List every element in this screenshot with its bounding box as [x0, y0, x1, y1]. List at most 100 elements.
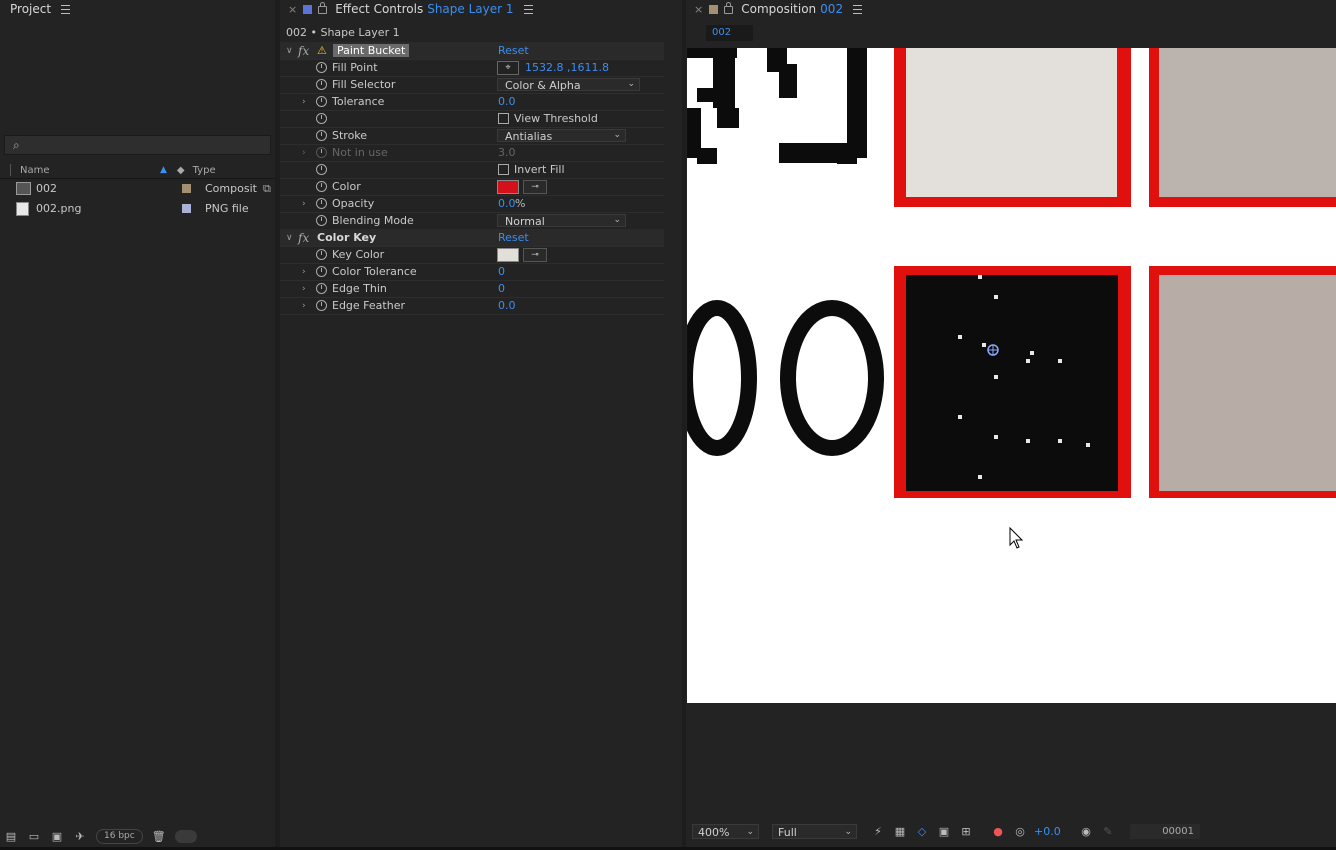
- stopwatch-icon[interactable]: [316, 266, 327, 277]
- effect-controls-menu-icon[interactable]: [523, 4, 533, 14]
- stroke-row: Stroke Antialias ⌄: [280, 127, 664, 145]
- lock-icon[interactable]: [724, 2, 734, 14]
- stopwatch-icon: [316, 147, 327, 158]
- composition-panel: × Composition 002 002 400% ⌄ Full ⌄ ⚡ ▦ …: [686, 0, 1336, 850]
- label-color-swatch[interactable]: [182, 184, 191, 193]
- project-search-input[interactable]: ⌕: [4, 135, 271, 155]
- fill-point-marker[interactable]: [987, 344, 999, 356]
- stopwatch-icon[interactable]: [316, 215, 327, 226]
- stopwatch-icon[interactable]: [316, 300, 327, 311]
- transparency-grid-icon[interactable]: ▦: [894, 826, 906, 838]
- mouse-cursor-icon: [1009, 526, 1024, 549]
- eyedropper-icon[interactable]: ⊸: [523, 180, 547, 194]
- color-tolerance-value[interactable]: 0: [498, 265, 505, 278]
- edge-feather-value[interactable]: 0.0: [498, 299, 516, 312]
- stroke-dropdown[interactable]: Antialias ⌄: [497, 129, 626, 143]
- lock-icon[interactable]: [318, 2, 328, 14]
- region-of-interest-icon[interactable]: ▣: [938, 826, 950, 838]
- type-column-header[interactable]: Type: [193, 165, 216, 176]
- effect-controls-layer[interactable]: Shape Layer 1: [427, 2, 513, 16]
- warning-icon: ⚠: [317, 44, 327, 57]
- bit-depth-button[interactable]: 16 bpc: [96, 828, 143, 844]
- label-color-swatch[interactable]: [182, 204, 191, 213]
- tolerance-value[interactable]: 0.0: [498, 95, 516, 108]
- fill-point-row: Fill Point ⌖ 1532.8 ,1611.8: [280, 59, 664, 77]
- resolution-dropdown[interactable]: Full ⌄: [772, 824, 857, 839]
- composition-menu-icon[interactable]: [853, 4, 863, 14]
- collapse-chevron-icon[interactable]: ∨: [286, 233, 293, 243]
- name-column-header[interactable]: Name: [20, 165, 160, 176]
- project-item-002[interactable]: 002 Compositi ⧉: [0, 179, 275, 198]
- blending-mode-row: Blending Mode Normal ⌄: [280, 212, 664, 230]
- current-frame-field[interactable]: 00001: [1130, 824, 1200, 839]
- channels-icon[interactable]: ●: [992, 826, 1004, 838]
- paint-bucket-reset[interactable]: Reset: [498, 44, 529, 57]
- view-threshold-checkbox[interactable]: [498, 113, 509, 124]
- trash-icon[interactable]: 🗑: [152, 830, 166, 843]
- reset-exposure-icon[interactable]: ◎: [1014, 826, 1026, 838]
- stopwatch-icon[interactable]: [316, 62, 327, 73]
- blending-mode-dropdown[interactable]: Normal ⌄: [497, 214, 626, 228]
- fx-icon[interactable]: fx: [298, 44, 309, 58]
- grid-guides-icon[interactable]: ⊞: [960, 826, 972, 838]
- composition-title: Composition: [741, 2, 817, 16]
- project-item-002-png[interactable]: 002.png PNG file: [0, 199, 275, 218]
- color-key-reset[interactable]: Reset: [498, 231, 529, 244]
- stopwatch-icon[interactable]: [316, 283, 327, 294]
- stopwatch-icon[interactable]: [316, 181, 327, 192]
- fill-selector-label: Fill Selector: [332, 78, 396, 91]
- opacity-value[interactable]: 0.0: [498, 197, 516, 210]
- invert-fill-checkbox[interactable]: [498, 164, 509, 175]
- thumbnail-toggle[interactable]: [174, 829, 197, 843]
- expand-chevron-icon[interactable]: ›: [302, 284, 306, 294]
- stopwatch-icon[interactable]: [316, 249, 327, 260]
- stopwatch-icon[interactable]: [316, 79, 327, 90]
- composition-canvas[interactable]: [687, 48, 1336, 703]
- composition-viewer[interactable]: [687, 48, 1336, 703]
- color-tolerance-label: Color Tolerance: [332, 265, 417, 278]
- sort-ascending-icon[interactable]: ▲: [160, 165, 167, 175]
- snapshot-camera-icon[interactable]: ◉: [1080, 826, 1092, 838]
- expand-chevron-icon[interactable]: ›: [302, 199, 306, 209]
- render-icon[interactable]: ✈: [73, 830, 87, 843]
- project-menu-icon[interactable]: [61, 4, 71, 14]
- exposure-value[interactable]: +0.0: [1034, 825, 1061, 838]
- fast-previews-icon[interactable]: ⚡: [872, 826, 884, 838]
- collapse-chevron-icon[interactable]: ∨: [286, 46, 293, 56]
- png-file-icon: [16, 201, 29, 216]
- comp-viewer-tab[interactable]: 002: [706, 25, 753, 41]
- color-swatch[interactable]: [497, 180, 519, 194]
- stopwatch-icon[interactable]: [316, 96, 327, 107]
- fill-selector-dropdown[interactable]: Color & Alpha ⌄: [497, 78, 640, 92]
- interpret-footage-icon[interactable]: ▤: [4, 830, 18, 843]
- new-composition-icon[interactable]: ▣: [50, 830, 64, 843]
- fill-point-value[interactable]: 1532.8 ,1611.8: [525, 61, 609, 74]
- key-color-swatch[interactable]: [497, 248, 519, 262]
- new-folder-icon[interactable]: ▭: [27, 830, 41, 843]
- expand-chevron-icon[interactable]: ›: [302, 301, 306, 311]
- paint-bucket-effect[interactable]: ∨ fx ⚠ Paint Bucket Reset: [280, 42, 664, 60]
- flowchart-icon[interactable]: ⧉: [263, 182, 271, 196]
- label-tag-icon[interactable]: ◆: [177, 165, 185, 176]
- zoom-dropdown[interactable]: 400% ⌄: [692, 824, 759, 839]
- show-snapshot-icon: ✎: [1103, 825, 1113, 838]
- mask-visibility-icon[interactable]: ◇: [916, 826, 928, 838]
- stopwatch-icon[interactable]: [316, 198, 327, 209]
- expand-chevron-icon[interactable]: ›: [302, 267, 306, 277]
- stopwatch-icon[interactable]: [316, 130, 327, 141]
- fx-icon[interactable]: fx: [298, 231, 309, 245]
- color-key-name[interactable]: Color Key: [317, 231, 376, 244]
- color-key-effect[interactable]: ∨ fx Color Key Reset: [280, 229, 664, 247]
- stopwatch-icon[interactable]: [316, 113, 327, 124]
- edge-thin-value[interactable]: 0: [498, 282, 505, 295]
- close-icon[interactable]: ×: [288, 3, 297, 16]
- close-icon[interactable]: ×: [694, 3, 703, 16]
- chevron-down-icon: ⌄: [844, 827, 852, 837]
- eyedropper-icon[interactable]: ⊸: [523, 248, 547, 262]
- crosshair-icon[interactable]: ⌖: [497, 61, 519, 75]
- stopwatch-icon[interactable]: [316, 164, 327, 175]
- view-threshold-label: View Threshold: [514, 112, 598, 125]
- composition-name[interactable]: 002: [820, 2, 843, 16]
- paint-bucket-name[interactable]: Paint Bucket: [333, 44, 410, 57]
- expand-chevron-icon[interactable]: ›: [302, 97, 306, 107]
